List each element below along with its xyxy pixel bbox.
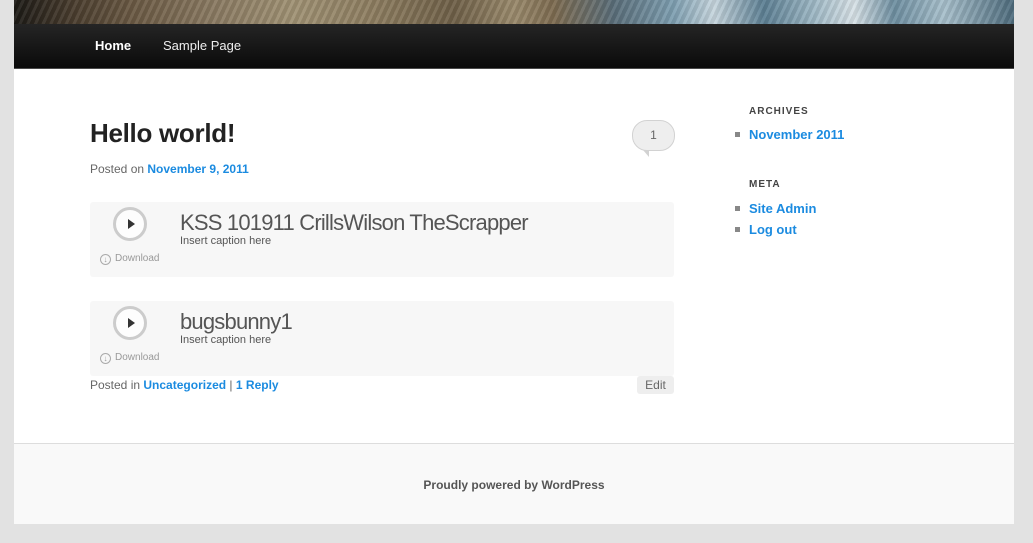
download-link[interactable]: ↓ Download <box>100 352 159 364</box>
download-label: Download <box>115 352 160 363</box>
reply-link[interactable]: 1 Reply <box>236 378 279 392</box>
audio-player: bugsbunny1 Insert caption here ↓ Download <box>90 301 674 376</box>
download-label: Download <box>115 253 160 264</box>
meta-separator: | <box>229 378 233 392</box>
page: Home Sample Page Hello world! 1 Posted o… <box>14 0 1014 524</box>
category-link[interactable]: Uncategorized <box>143 378 226 392</box>
posted-on: Posted on November 9, 2011 <box>90 162 249 176</box>
entry-meta: Posted in Uncategorized | 1 Reply <box>90 378 279 392</box>
nav-home-link[interactable]: Home <box>95 38 131 53</box>
play-icon[interactable] <box>113 306 147 340</box>
download-link[interactable]: ↓ Download <box>100 253 159 265</box>
archives-list: November 2011 <box>735 127 844 148</box>
header-banner-image <box>14 0 1014 24</box>
site-admin-link[interactable]: Site Admin <box>749 201 816 216</box>
list-item: November 2011 <box>735 127 844 148</box>
list-item: Log out <box>735 222 816 243</box>
audio-player: KSS 101911 CrillsWilson TheScrapper Inse… <box>90 202 674 277</box>
comment-count-bubble[interactable]: 1 <box>632 120 675 157</box>
edit-button[interactable]: Edit <box>637 376 674 394</box>
log-out-link[interactable]: Log out <box>749 222 797 237</box>
audio-title: bugsbunny1 <box>180 309 293 334</box>
posted-on-label: Posted on <box>90 162 145 176</box>
audio-title: KSS 101911 CrillsWilson TheScrapper <box>180 210 529 235</box>
powered-by-link[interactable]: Proudly powered by WordPress <box>14 478 1014 492</box>
download-icon: ↓ <box>100 254 111 265</box>
post-date-link[interactable]: November 9, 2011 <box>147 162 248 176</box>
list-item: Site Admin <box>735 201 816 222</box>
post-title[interactable]: Hello world! <box>90 118 235 149</box>
posted-in-label: Posted in <box>90 378 141 392</box>
play-icon[interactable] <box>113 207 147 241</box>
meta-widget-title: META <box>749 179 781 190</box>
meta-list: Site Admin Log out <box>735 201 816 243</box>
archives-widget-title: ARCHIVES <box>749 106 809 117</box>
site-footer: Proudly powered by WordPress <box>14 443 1014 524</box>
nav-sample-page-link[interactable]: Sample Page <box>163 38 241 53</box>
audio-caption: Insert caption here <box>180 235 272 247</box>
main-navigation: Home Sample Page <box>14 24 1014 69</box>
download-icon: ↓ <box>100 353 111 364</box>
audio-caption: Insert caption here <box>180 334 272 346</box>
archive-link-november-2011[interactable]: November 2011 <box>749 127 844 142</box>
